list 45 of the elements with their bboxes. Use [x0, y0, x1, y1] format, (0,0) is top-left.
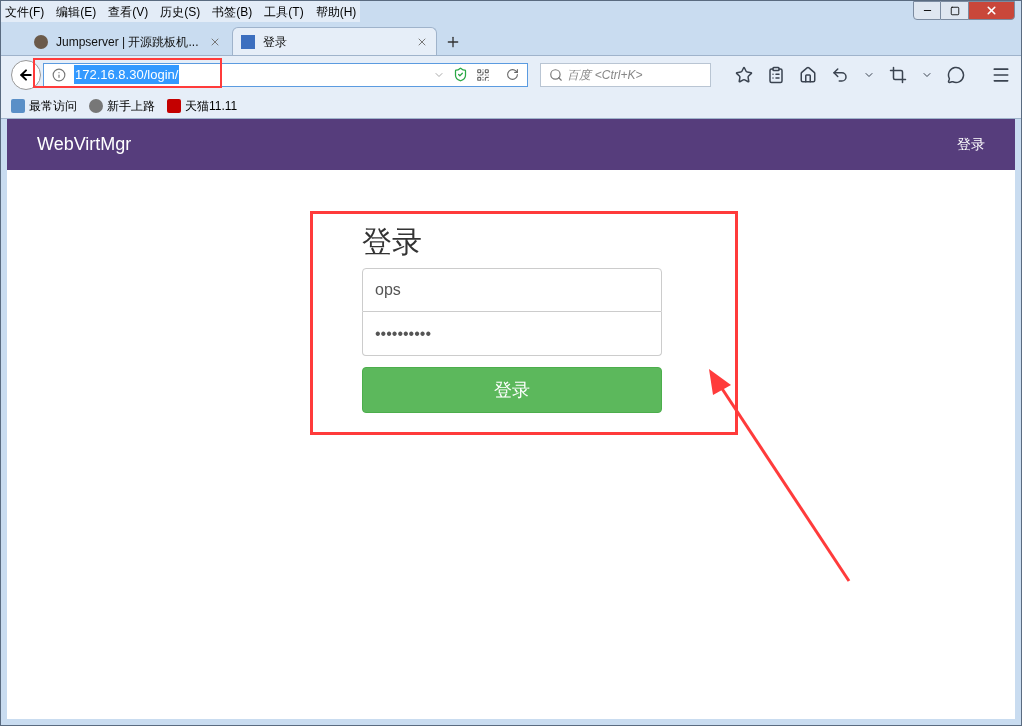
bookmark-icon: [167, 98, 181, 113]
password-field[interactable]: ••••••••••: [362, 312, 662, 356]
maximize-icon: [949, 5, 960, 16]
undo-arrow-icon[interactable]: [831, 65, 849, 84]
brand-link[interactable]: WebVirtMgr: [37, 131, 132, 158]
menu-item[interactable]: 历史(S): [160, 2, 201, 21]
tab-favicon-icon: [241, 34, 255, 49]
crop-icon[interactable]: [889, 65, 907, 84]
search-placeholder: 百度 <Ctrl+K>: [567, 66, 643, 84]
browser-tab[interactable]: 登录: [232, 27, 437, 55]
url-text: 172.16.8.30/login/: [74, 64, 180, 85]
nav-link[interactable]: 登录: [957, 134, 985, 155]
close-icon: [985, 4, 998, 17]
qr-code-icon[interactable]: [476, 67, 491, 82]
new-tab-icon[interactable]: [445, 34, 461, 50]
search-icon: [549, 67, 564, 82]
clipboard-icon[interactable]: [767, 65, 785, 84]
menu-item[interactable]: 工具(T): [264, 2, 304, 21]
minimize-button[interactable]: [913, 1, 941, 20]
bookmark-item[interactable]: 新手上路: [89, 96, 155, 115]
reload-icon[interactable]: [506, 68, 520, 81]
bookmark-item[interactable]: 天猫11.11: [167, 96, 238, 115]
bookmark-icon: [89, 98, 103, 113]
menu-item[interactable]: 书签(B): [212, 2, 253, 21]
menu-item[interactable]: 帮助(H): [315, 2, 357, 21]
tab-title: Jumpserver | 开源跳板机...: [56, 33, 200, 51]
login-heading: 登录: [362, 224, 423, 260]
back-button[interactable]: [11, 59, 41, 90]
username-field[interactable]: ops: [362, 268, 662, 312]
info-icon[interactable]: [52, 67, 66, 82]
home-icon[interactable]: [799, 65, 817, 84]
browser-tab[interactable]: Jumpserver | 开源跳板机...: [25, 27, 230, 55]
tab-favicon-icon: [34, 34, 48, 49]
menu-item[interactable]: 文件(F): [5, 2, 45, 21]
tab-title: 登录: [263, 33, 288, 51]
chat-bubble-icon[interactable]: [947, 65, 965, 84]
search-field[interactable]: 百度 <Ctrl+K>: [540, 62, 711, 87]
close-button[interactable]: [968, 1, 1015, 20]
menu-item[interactable]: 查看(V): [108, 2, 149, 21]
bookmark-icon: [11, 98, 25, 113]
bookmark-star-icon[interactable]: [735, 65, 753, 84]
maximize-button[interactable]: [941, 1, 968, 20]
menu-item[interactable]: 编辑(E): [56, 2, 97, 21]
bookmark-item[interactable]: 最常访问: [11, 96, 77, 115]
shield-icon[interactable]: [453, 67, 469, 82]
